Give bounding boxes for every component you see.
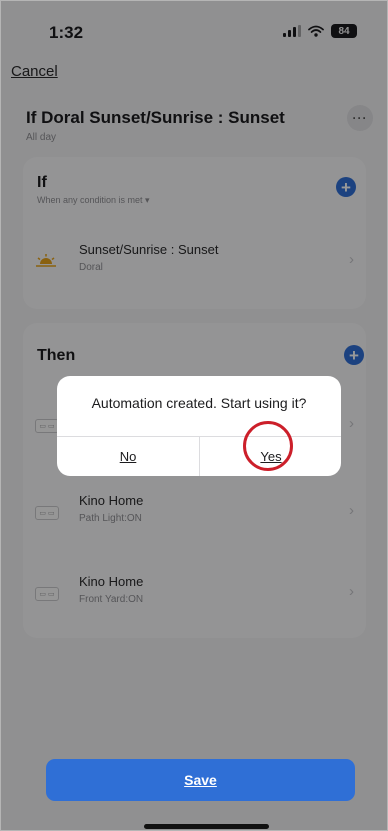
app-screen: 1:32 84 Cancel If Doral Sunset/Sunrise :… [0,0,388,831]
confirmation-dialog: Automation created. Start using it? No Y… [57,376,341,476]
highlight-circle [243,421,293,471]
save-button[interactable]: Save [46,759,355,801]
no-button[interactable]: No [57,437,199,476]
home-indicator [144,824,269,829]
dialog-message: Automation created. Start using it? [91,395,307,411]
